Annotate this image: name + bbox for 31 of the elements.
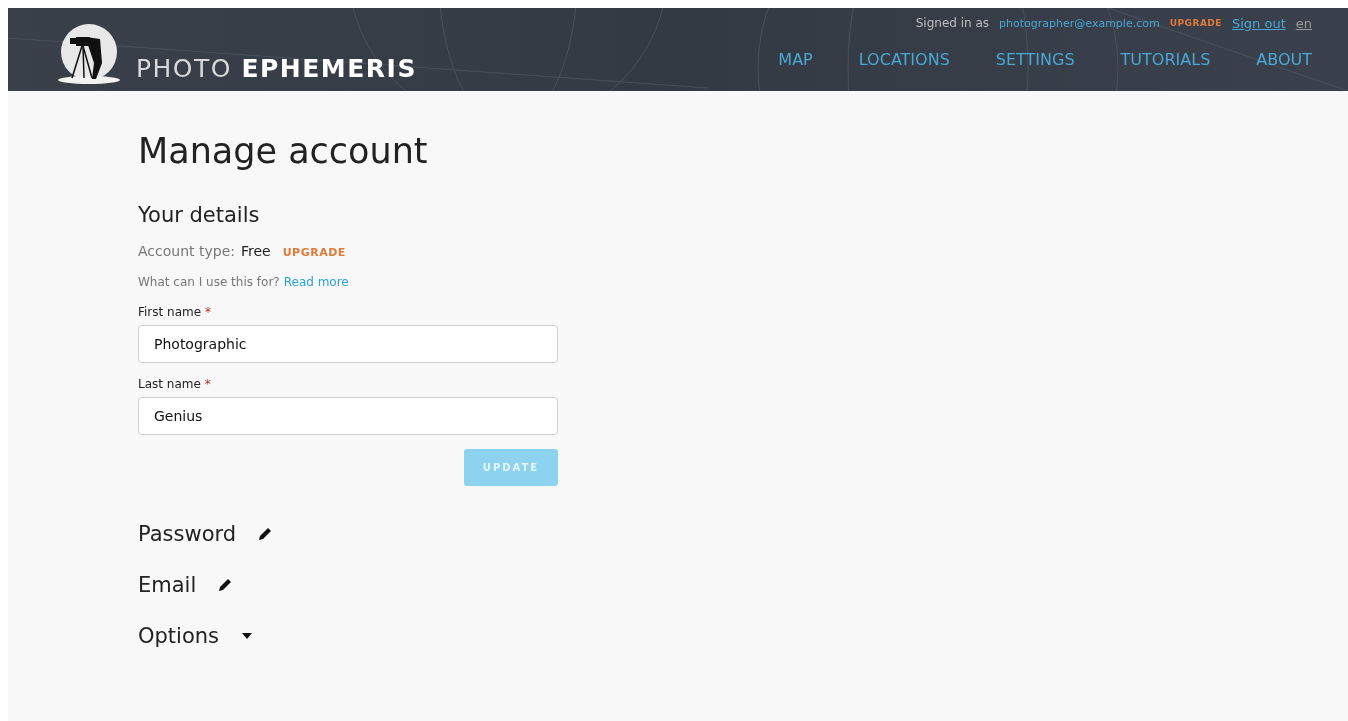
section-title[interactable]: Options — [138, 624, 220, 648]
account-type-value: Free — [240, 243, 271, 259]
section-title[interactable]: Email — [138, 573, 197, 597]
nav-link[interactable]: SETTINGS — [995, 50, 1075, 69]
user-email: photographer@example.com — [999, 16, 1160, 30]
sign-out-link[interactable]: Sign out — [1231, 15, 1286, 31]
help-text: What can I use this for? — [138, 275, 280, 289]
text-field[interactable]: Photographic — [138, 325, 558, 363]
text-field[interactable]: Genius — [138, 397, 558, 435]
nav-link[interactable]: ABOUT — [1256, 50, 1312, 69]
nav-link[interactable]: LOCATIONS — [858, 50, 950, 69]
page-title: Manage account — [138, 131, 429, 171]
brand-name[interactable]: PHOTO EPHEMERIS — [136, 54, 417, 85]
nav-link[interactable]: MAP — [778, 50, 813, 69]
pencil-icon[interactable] — [218, 578, 233, 592]
caret-icon[interactable] — [241, 632, 254, 640]
read-more-link[interactable]: Read more — [283, 275, 349, 289]
field-label: Last name — [138, 377, 201, 391]
account-type-label: Account type: — [138, 243, 235, 259]
signed-in-label: Signed in as — [915, 16, 990, 30]
required-mark: * — [204, 305, 211, 319]
section-title[interactable]: Password — [138, 522, 237, 546]
field-label: First name — [138, 305, 202, 319]
logo-icon[interactable] — [56, 23, 122, 85]
section-title: Your details — [138, 203, 261, 227]
nav-link[interactable]: TUTORIALS — [1120, 50, 1211, 69]
required-mark: * — [204, 377, 211, 391]
language-link[interactable]: en — [1295, 15, 1312, 31]
upgrade-link[interactable]: UPGRADE — [282, 246, 346, 259]
upgrade-link[interactable]: UPGRADE — [1169, 18, 1222, 28]
pencil-icon[interactable] — [258, 527, 273, 541]
